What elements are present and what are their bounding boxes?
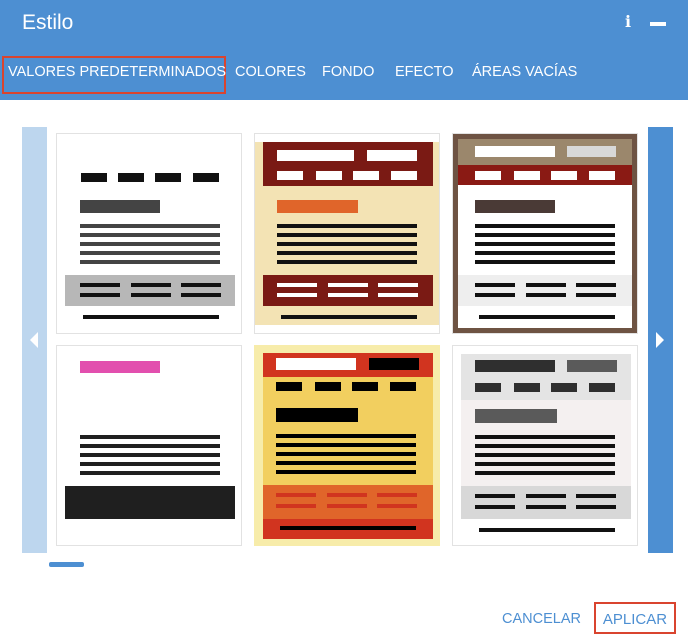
dialog-header: Estilo i VALORES PREDETERMINADOS COLORES… bbox=[0, 0, 688, 100]
tab-efecto[interactable]: EFECTO bbox=[395, 58, 454, 86]
preset-rosa-negro[interactable] bbox=[56, 345, 242, 546]
previous-page-button[interactable] bbox=[22, 127, 47, 553]
preset-burdeos-crema[interactable] bbox=[254, 133, 440, 334]
preset-thumbnail bbox=[57, 134, 241, 333]
preset-thumbnail bbox=[57, 346, 241, 545]
preset-amarillo-rojo[interactable] bbox=[254, 345, 440, 546]
cancel-button[interactable]: CANCELAR bbox=[502, 611, 581, 627]
tab-valores-predeterminados[interactable]: VALORES PREDETERMINADOS bbox=[8, 58, 226, 86]
apply-button[interactable]: APLICAR bbox=[594, 602, 676, 634]
preset-thumbnail bbox=[453, 134, 637, 333]
dialog-title: Estilo bbox=[22, 11, 74, 34]
chevron-left-icon bbox=[30, 332, 38, 348]
preset-thumbnail bbox=[254, 345, 440, 546]
page-indicator[interactable] bbox=[49, 562, 84, 567]
minimize-icon[interactable] bbox=[650, 22, 666, 26]
tab-fondo[interactable]: FONDO bbox=[322, 58, 374, 86]
preset-marron-borde[interactable] bbox=[452, 133, 638, 334]
info-icon[interactable]: i bbox=[623, 12, 633, 32]
preset-blanco-gris[interactable] bbox=[56, 133, 242, 334]
preset-thumbnail bbox=[453, 346, 637, 545]
preset-thumbnail bbox=[255, 134, 439, 333]
tab-colores[interactable]: COLORES bbox=[235, 58, 306, 86]
next-page-button[interactable] bbox=[648, 127, 673, 553]
preset-gris-claro[interactable] bbox=[452, 345, 638, 546]
chevron-right-icon bbox=[656, 332, 664, 348]
tab-areas-vacias[interactable]: ÁREAS VACÍAS bbox=[472, 58, 577, 86]
